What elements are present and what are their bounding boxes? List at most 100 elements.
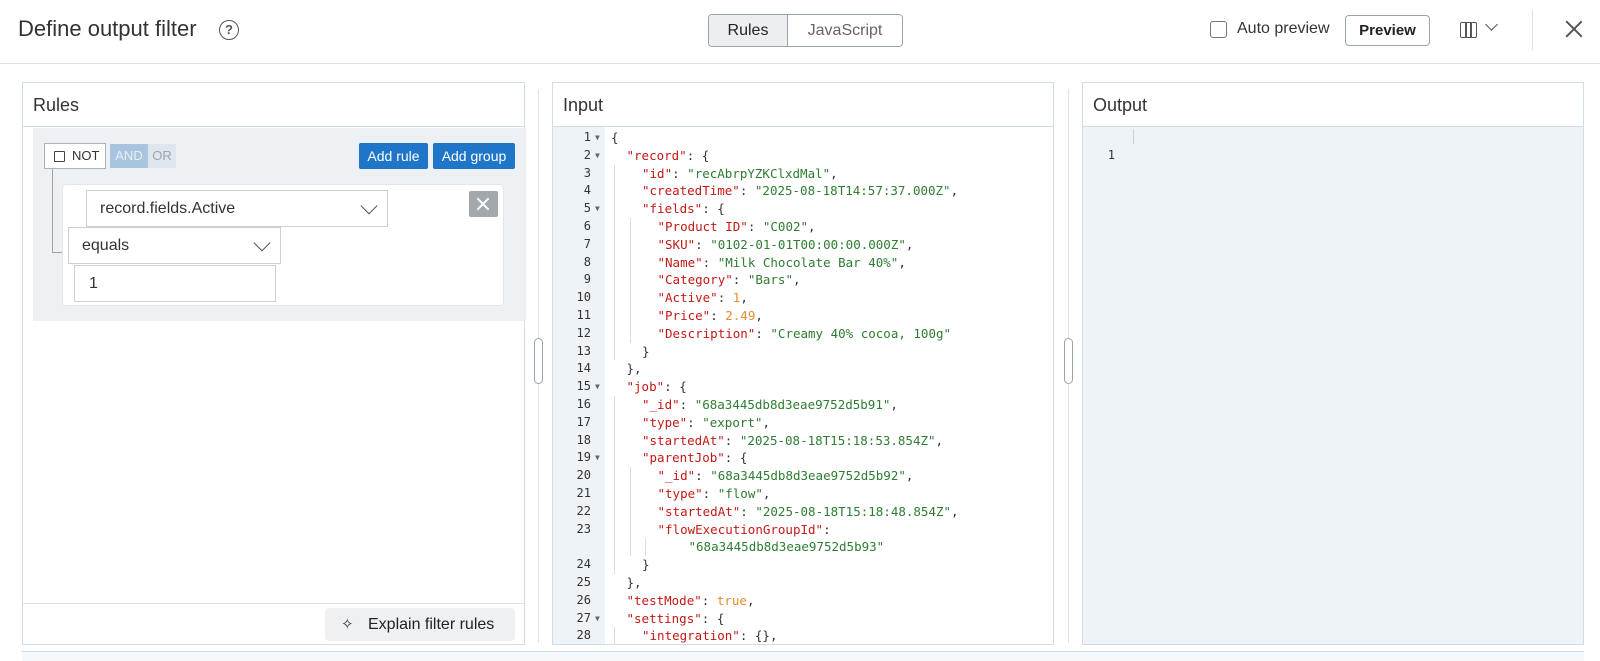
code-token: : xyxy=(679,397,695,412)
chevron-down-icon xyxy=(360,197,378,215)
code-token: "Name" xyxy=(657,254,703,270)
indent-guide xyxy=(629,307,631,325)
and-button[interactable]: AND xyxy=(110,144,148,168)
code-token: : xyxy=(740,503,756,519)
code-token: "startedAt" xyxy=(657,503,741,519)
code-line: 26 "testMode": true, xyxy=(553,592,1053,610)
explain-filter-rules-button[interactable]: ✧ Explain filter rules xyxy=(325,608,515,641)
code-text: "68a3445db8d3eae9752d5b93" xyxy=(689,538,885,556)
indent-guide xyxy=(614,200,615,218)
indent-guide xyxy=(614,164,615,183)
line-number: 3 xyxy=(583,165,591,180)
explain-filter-rules-label: Explain filter rules xyxy=(368,616,495,633)
not-toggle-button[interactable]: NOT xyxy=(44,143,106,169)
line-number: 6 xyxy=(583,219,591,233)
code-line: 19 ▼ "parentJob": { xyxy=(553,449,1053,468)
code-token: "createdTime" xyxy=(642,183,740,199)
code-token: , xyxy=(746,592,755,608)
code-token: , xyxy=(792,272,801,288)
resize-handle[interactable] xyxy=(534,338,543,384)
code-line: 9 "Category": "Bars", xyxy=(553,271,1053,290)
line-number: 1 xyxy=(583,130,591,144)
input-code-editor[interactable]: 1 ▼{2 ▼ "record": {3 "id": "recAbrpYZKClxdMa… xyxy=(553,127,1053,644)
code-text: "settings": { xyxy=(627,610,725,628)
indent-guide xyxy=(629,218,631,236)
code-token: "Category" xyxy=(657,272,733,288)
code-line: 3 "id": "recAbrpYZKClxdMal", xyxy=(553,164,1053,183)
or-button[interactable]: OR xyxy=(148,144,176,168)
field-select[interactable]: record.fields.Active xyxy=(86,190,388,227)
line-number: 14 xyxy=(576,361,591,376)
text-cursor xyxy=(1133,129,1134,144)
indent-guide xyxy=(614,538,615,557)
operator-select[interactable]: equals xyxy=(68,227,281,264)
auto-preview-checkbox[interactable] xyxy=(1210,21,1227,38)
code-token: "startedAt" xyxy=(642,432,725,448)
add-rule-button[interactable]: Add rule xyxy=(359,143,428,169)
output-code-editor[interactable]: 1 xyxy=(1083,127,1583,644)
javascript-mode-button[interactable]: JavaScript xyxy=(788,15,902,46)
code-text: "Name": "Milk Chocolate Bar 40%", xyxy=(658,254,906,272)
indent-guide xyxy=(614,449,615,468)
close-icon[interactable] xyxy=(1563,18,1585,40)
code-token: : xyxy=(747,219,763,234)
resize-handle[interactable] xyxy=(1064,338,1073,384)
indent-guide xyxy=(629,502,631,521)
code-token: "Active" xyxy=(657,290,718,306)
help-circle-icon[interactable]: ? xyxy=(219,20,239,40)
code-text: }, xyxy=(627,360,642,378)
code-token: "fields" xyxy=(642,201,703,217)
code-token: , xyxy=(950,183,959,199)
code-token: "68a3445db8d3eae9752d5b93" xyxy=(688,539,885,555)
code-text: }, xyxy=(627,574,642,592)
indent-guide xyxy=(614,431,615,450)
add-group-button[interactable]: Add group xyxy=(433,143,515,169)
line-number: 22 xyxy=(576,503,591,518)
code-token: { xyxy=(611,130,619,145)
line-number-gutter: 1 xyxy=(1083,127,1129,644)
chevron-down-icon[interactable] xyxy=(1485,18,1498,31)
fold-arrow-icon[interactable]: ▼ xyxy=(595,147,600,165)
code-token: }, xyxy=(626,361,642,377)
code-text: "Category": "Bars", xyxy=(658,271,801,289)
code-token: : xyxy=(724,432,740,448)
rules-panel-title: Rules xyxy=(23,83,524,127)
code-text: } xyxy=(642,343,650,361)
preview-button[interactable]: Preview xyxy=(1345,15,1430,46)
code-token: }, xyxy=(626,575,642,590)
code-line: 11 "Price": 2.49, xyxy=(553,307,1053,325)
line-number: 20 xyxy=(576,468,591,483)
remove-rule-button[interactable] xyxy=(469,191,498,217)
line-number: 11 xyxy=(576,308,591,322)
code-line: 16 "_id": "68a3445db8d3eae9752d5b91", xyxy=(553,396,1053,414)
code-text: } xyxy=(642,556,650,574)
fold-arrow-icon[interactable]: ▼ xyxy=(595,449,600,467)
code-line: 10 "Active": 1, xyxy=(553,289,1053,307)
value-input[interactable]: 1 xyxy=(74,265,276,302)
line-number: 26 xyxy=(576,592,591,607)
line-number: 4 xyxy=(583,183,591,198)
code-token: : { xyxy=(724,450,748,466)
indent-guide xyxy=(629,520,631,539)
code-token: : xyxy=(702,254,718,270)
fold-arrow-icon[interactable]: ▼ xyxy=(595,610,600,628)
indent-guide xyxy=(614,413,615,432)
layout-columns-icon[interactable] xyxy=(1460,22,1477,38)
auto-preview-label[interactable]: Auto preview xyxy=(1237,20,1330,38)
indent-guide xyxy=(614,307,615,325)
fold-arrow-icon[interactable]: ▼ xyxy=(595,129,600,147)
fold-arrow-icon[interactable]: ▼ xyxy=(595,378,600,396)
chevron-down-icon xyxy=(253,234,271,252)
code-token: "recAbrpYZKClxdMal" xyxy=(687,165,831,181)
sparkle-icon: ✧ xyxy=(341,616,354,633)
dialog-title: Define output filter xyxy=(18,16,197,41)
line-number: 18 xyxy=(576,432,591,447)
output-code-area[interactable] xyxy=(1129,127,1583,644)
fold-arrow-icon[interactable]: ▼ xyxy=(595,200,600,218)
indent-guide xyxy=(614,253,615,272)
code-text: { xyxy=(611,129,619,147)
line-number: 7 xyxy=(583,236,591,251)
code-text: "createdTime": "2025-08-18T14:57:37.000Z… xyxy=(642,182,958,200)
indent-guide xyxy=(629,324,631,343)
rules-mode-button[interactable]: Rules xyxy=(709,15,788,46)
